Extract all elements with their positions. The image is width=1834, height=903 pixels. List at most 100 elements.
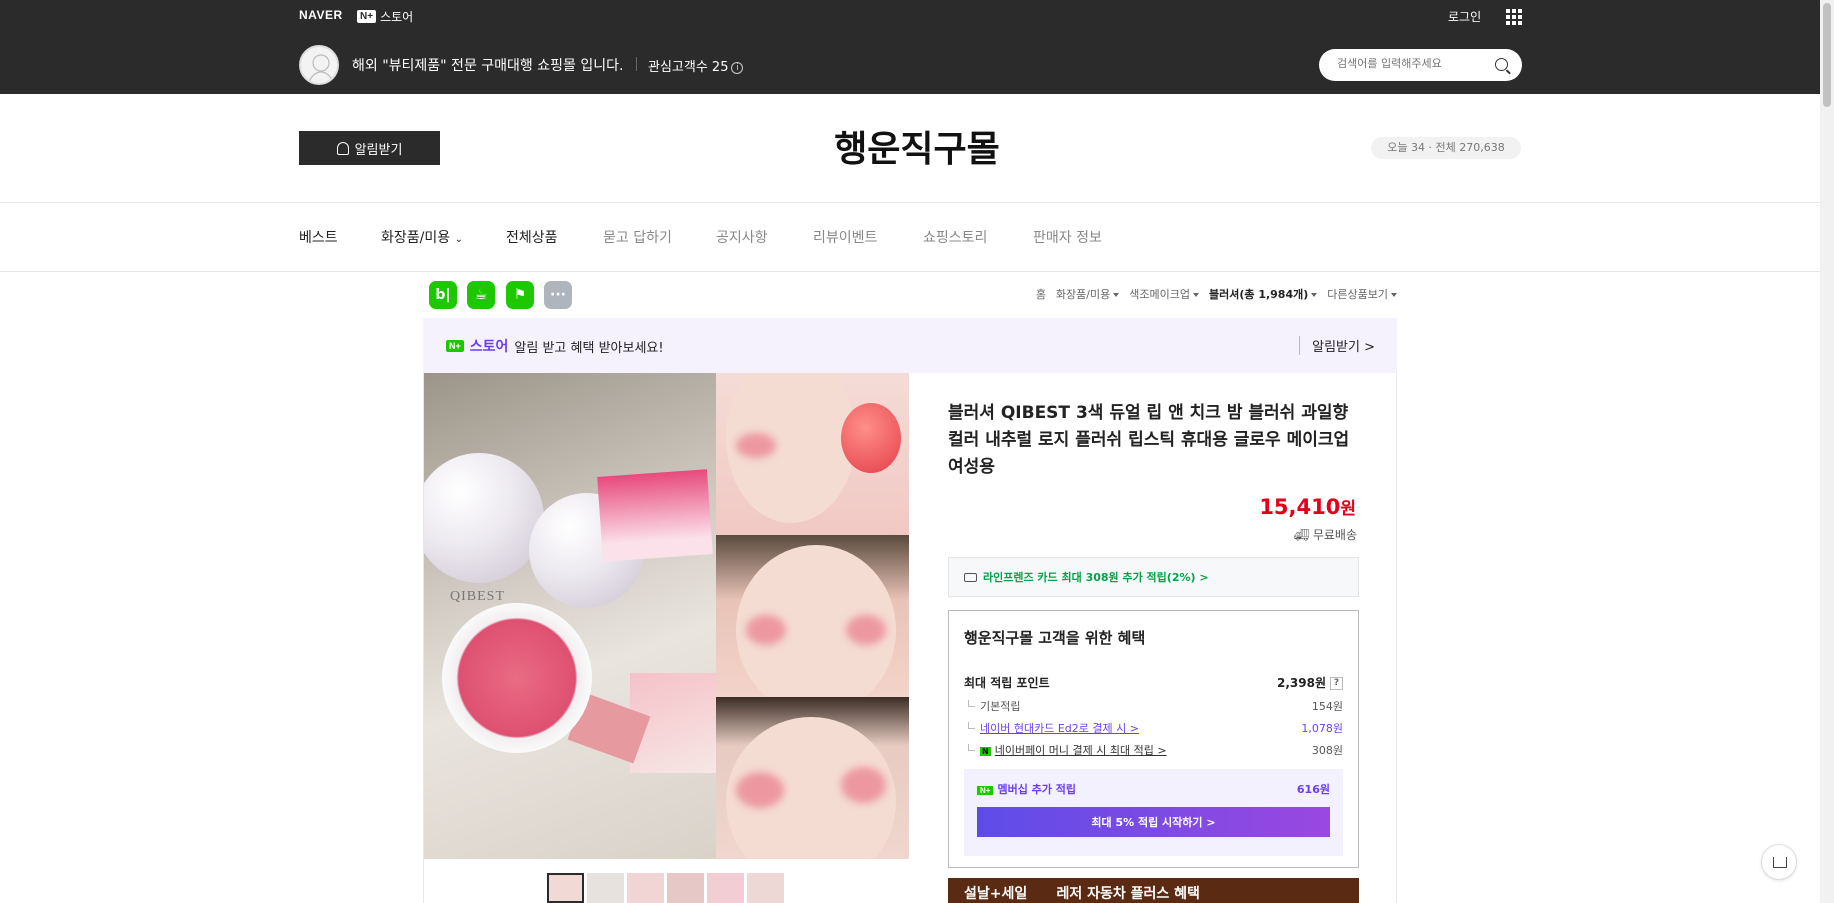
breadcrumb: 홈 화장품/미용 색조메이크업 블러셔(총 1,984개) 다른상품보기 — [1036, 286, 1397, 302]
scrollbar[interactable] — [1820, 0, 1834, 903]
login-link[interactable]: 로그인 — [1448, 8, 1481, 25]
apps-grid-icon[interactable] — [1506, 9, 1522, 25]
max-points-value: 2,398원 — [1277, 676, 1326, 690]
model-photo-3[interactable] — [716, 697, 909, 859]
info-icon[interactable]: i — [731, 61, 744, 74]
nav-qna[interactable]: 묻고 답하기 — [603, 227, 672, 247]
nav-all-products[interactable]: 전체상품 — [506, 227, 558, 247]
blush-mark — [736, 772, 784, 808]
thumbnail[interactable] — [747, 873, 784, 903]
model-photo-2[interactable] — [716, 535, 909, 697]
thumbnail[interactable] — [627, 873, 664, 903]
shipping-info: 🚚︎ 무료배송 — [1293, 528, 1357, 542]
nav-review-event[interactable]: 리뷰이벤트 — [813, 227, 877, 247]
blush-mark — [841, 767, 886, 803]
divider — [636, 57, 637, 71]
naver-logo[interactable]: NAVER — [299, 8, 343, 22]
top-header — [0, 0, 1834, 94]
benefit-row: 기본적립 154원 — [964, 698, 1343, 714]
blush-mark — [746, 615, 786, 645]
search-icon[interactable] — [1495, 58, 1508, 71]
product-price: 15,410원 — [1259, 495, 1356, 519]
search-input[interactable] — [1337, 57, 1487, 70]
store-avatar — [299, 45, 339, 85]
truck-icon: 🚚︎ — [1293, 528, 1313, 542]
benefit-box: 행운직구몰 고객을 위한 혜택 최대 적립 포인트 2,398원? 기본적립 1… — [948, 610, 1359, 868]
divider — [0, 271, 1834, 272]
membership-value: 616원 — [1296, 783, 1330, 796]
nplus-badge: N+ — [977, 786, 994, 795]
benefit-row: 네이버 현대카드 Ed2로 결제 시 > 1,078원 — [964, 720, 1343, 736]
divider — [0, 202, 1834, 203]
model-photo-1[interactable] — [716, 373, 909, 535]
thumbnail[interactable] — [667, 873, 704, 903]
blush-mark — [846, 615, 886, 645]
benefit-row-value: 1,078원 — [1301, 722, 1343, 735]
share-icon[interactable] — [1761, 844, 1797, 880]
banner-alarm-link[interactable]: 알림받기 > — [1299, 336, 1375, 355]
product-title: 블러셔 QIBEST 3색 듀얼 립 앤 치크 밤 블러쉬 과일향 컬러 내추럴… — [948, 403, 1350, 477]
crumb-blusher[interactable]: 블러셔(총 1,984개) — [1209, 286, 1318, 302]
thumbnail[interactable] — [707, 873, 744, 903]
crumb-home[interactable]: 홈 — [1036, 286, 1046, 302]
caret-down-icon — [1391, 293, 1397, 297]
product-brand-text: QIBEST — [450, 589, 505, 604]
product-main-image[interactable]: QIBEST — [424, 373, 716, 859]
caret-down-icon — [1311, 293, 1318, 297]
chevron-down-icon: ⌄ — [454, 234, 463, 245]
puff-image — [841, 403, 901, 473]
caret-down-icon — [1192, 293, 1199, 297]
membership-box: N+ 멤버십 추가 적립 616원 최대 5% 적립 시작하기 > — [964, 769, 1343, 856]
benefit-row: N 네이버페이 머니 결제 시 최대 적립 > 308원 — [964, 742, 1343, 758]
help-icon[interactable]: ? — [1330, 677, 1343, 690]
benefit-row-value: 308원 — [1311, 744, 1343, 757]
thumbnail-strip — [547, 873, 784, 903]
card-promo[interactable]: 라인프렌즈 카드 최대 308원 추가 적립(2%) > — [948, 557, 1359, 597]
max-points-row: 최대 적립 포인트 2,398원? — [964, 674, 1343, 691]
nplus-badge: N+ — [446, 340, 464, 352]
scrollbar-thumb[interactable] — [1823, 3, 1831, 107]
membership-start-button[interactable]: 최대 5% 적립 시작하기 > — [977, 807, 1330, 837]
bookmark-icon[interactable]: ⚑ — [506, 281, 534, 309]
max-points-label: 최대 적립 포인트 — [964, 676, 1050, 690]
hyundai-card-link[interactable]: 네이버 현대카드 Ed2로 결제 시 > — [980, 722, 1139, 735]
blush-mark — [736, 433, 776, 458]
notification-banner: N+ 스토어 알림 받고 혜택 받아보세요! 알림받기 > — [423, 318, 1397, 373]
nav-shopping-story[interactable]: 쇼핑스토리 — [923, 227, 987, 247]
caret-down-icon — [1113, 293, 1120, 297]
visit-counter: 오늘 34 · 전체 270,638 — [1371, 137, 1521, 159]
thumbnail[interactable] — [587, 873, 624, 903]
nplus-badge: N+ — [357, 10, 377, 23]
interest-count[interactable]: 관심고객수 25 i — [648, 56, 744, 75]
nav-best[interactable]: 베스트 — [299, 227, 338, 247]
card-icon — [964, 572, 977, 582]
search-box[interactable] — [1319, 49, 1522, 81]
store-name[interactable]: 행운직구몰 — [0, 120, 1834, 172]
store-label: 스토어 — [380, 10, 414, 24]
sale-banner[interactable]: 설날+세일 레저 자동차 플러스 혜택 — [948, 878, 1359, 903]
card-promo-text: 라인프렌즈 카드 최대 308원 추가 적립(2%) > — [983, 571, 1209, 584]
nplus-store-logo[interactable]: N+ 스토어 — [357, 8, 413, 25]
blog-icon[interactable]: b| — [429, 281, 457, 309]
npay-money-link[interactable]: 네이버페이 머니 결제 시 최대 적립 > — [995, 744, 1167, 757]
benefit-row-label: 기본적립 — [964, 698, 1020, 714]
store-slogan: 해외 "뷰티제품" 전문 구매대행 쇼핑몰 입니다. — [352, 58, 624, 74]
product-ball — [424, 453, 544, 583]
benefit-title: 행운직구몰 고객을 위한 혜택 — [964, 629, 1146, 647]
membership-label: 멤버십 추가 적립 — [997, 783, 1076, 796]
crumb-other-products[interactable]: 다른상품보기 — [1327, 286, 1397, 302]
blush-pot-image — [442, 603, 592, 753]
nav-seller-info[interactable]: 판매자 정보 — [1033, 227, 1102, 247]
nav-notice[interactable]: 공지사항 — [716, 227, 768, 247]
cafe-icon[interactable]: ☕ — [467, 281, 495, 309]
crumb-color-makeup[interactable]: 색조메이크업 — [1129, 286, 1199, 302]
banner-text: 알림 받고 혜택 받아보세요! — [514, 340, 664, 356]
crumb-cosmetics[interactable]: 화장품/미용 — [1056, 286, 1120, 302]
npay-icon: N — [980, 747, 991, 756]
sponge-image — [597, 469, 713, 562]
banner-store: 스토어 — [469, 339, 509, 355]
more-icon[interactable]: ··· — [544, 281, 572, 309]
nav-cosmetics[interactable]: 화장품/미용 ⌄ — [381, 227, 463, 247]
thumbnail[interactable] — [547, 873, 584, 903]
benefit-row-value: 154원 — [1311, 700, 1343, 713]
